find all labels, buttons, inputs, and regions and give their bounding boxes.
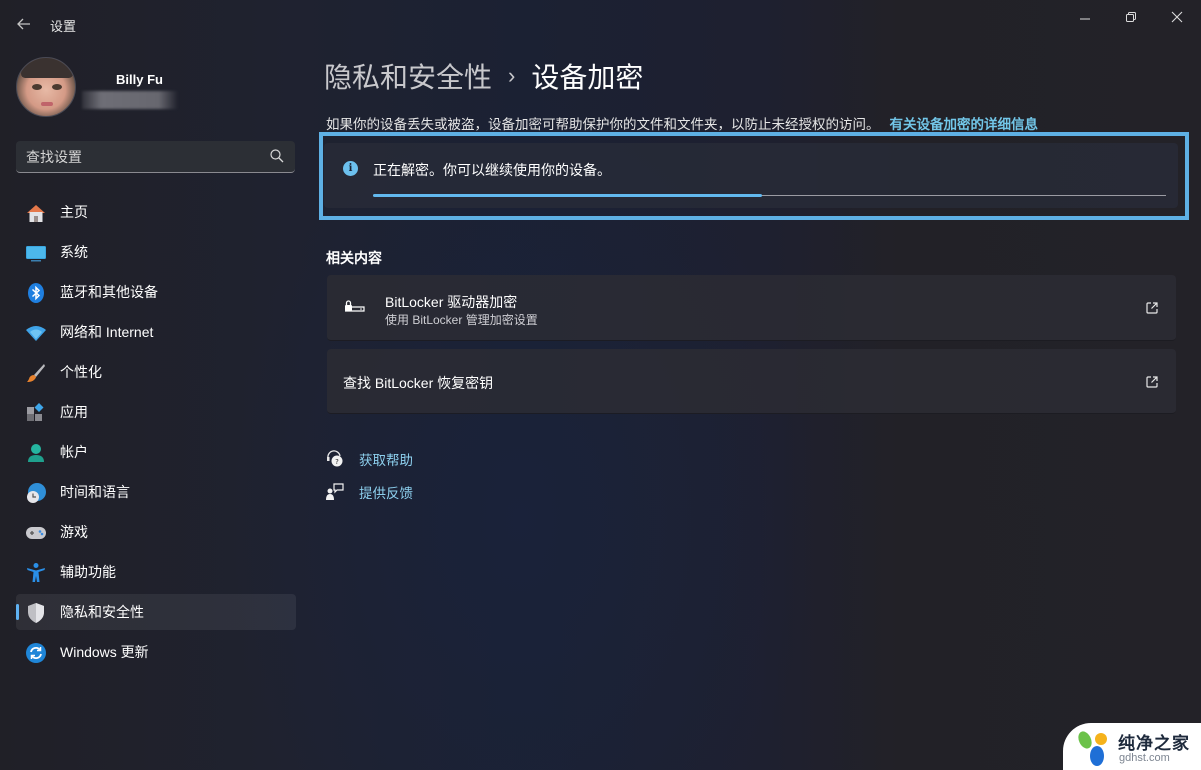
update-icon xyxy=(25,642,47,664)
info-icon: i xyxy=(343,161,358,176)
watermark: 纯净之家 gdhst.com xyxy=(1063,723,1201,770)
get-help-label: 获取帮助 xyxy=(359,453,413,468)
title-bar: 设置 xyxy=(0,0,1201,48)
search-icon[interactable] xyxy=(269,148,285,164)
sidebar-item-label: 隐私和安全性 xyxy=(60,604,144,620)
shield-icon xyxy=(25,602,47,624)
watermark-logo-icon xyxy=(1078,731,1107,766)
sidebar-item-apps[interactable]: 应用 xyxy=(16,394,296,430)
sidebar-item-label: 时间和语言 xyxy=(60,484,130,500)
bluetooth-icon xyxy=(25,282,47,304)
sidebar-item-time-language[interactable]: 时间和语言 xyxy=(16,474,296,510)
sidebar-item-home[interactable]: 主页 xyxy=(16,194,296,230)
decryption-status-card: i 正在解密。你可以继续使用你的设备。 xyxy=(324,143,1178,208)
app-title: 设置 xyxy=(50,19,77,34)
user-profile[interactable]: Billy Fu xyxy=(16,57,296,119)
close-button[interactable] xyxy=(1154,4,1200,30)
sidebar-item-network[interactable]: 网络和 Internet xyxy=(16,314,296,350)
bitlocker-drive-encryption-card[interactable]: BitLocker 驱动器加密 使用 BitLocker 管理加密设置 xyxy=(327,275,1176,341)
breadcrumb: 隐私和安全性 › 设备加密 xyxy=(324,56,643,96)
user-name: Billy Fu xyxy=(116,72,163,87)
learn-more-link[interactable]: 有关设备加密的详细信息 xyxy=(890,117,1039,132)
brush-icon xyxy=(25,362,47,384)
network-icon xyxy=(25,322,47,344)
sidebar-item-label: 个性化 xyxy=(60,364,102,380)
page-description: 如果你的设备丢失或被盗，设备加密可帮助保护你的文件和文件夹，以防止未经授权的访问… xyxy=(326,113,1038,133)
card-title: BitLocker 驱动器加密 xyxy=(385,294,518,310)
related-content-heading: 相关内容 xyxy=(326,250,382,266)
restore-button[interactable] xyxy=(1108,4,1154,30)
close-icon xyxy=(1171,11,1183,23)
svg-text:?: ? xyxy=(335,458,339,466)
search-input[interactable] xyxy=(16,141,256,172)
sidebar-item-label: 游戏 xyxy=(60,524,88,540)
sidebar-item-label: 主页 xyxy=(60,204,88,220)
status-text: 正在解密。你可以继续使用你的设备。 xyxy=(373,162,611,178)
progress-bar-fill xyxy=(373,194,762,197)
user-email-redacted xyxy=(82,91,178,109)
sidebar-item-system[interactable]: 系统 xyxy=(16,234,296,270)
minimize-icon xyxy=(1080,18,1090,20)
card-subtitle: 使用 BitLocker 管理加密设置 xyxy=(385,313,538,327)
minimize-button[interactable] xyxy=(1062,4,1108,30)
card-title: 查找 BitLocker 恢复密钥 xyxy=(343,375,494,391)
apps-icon xyxy=(25,402,47,424)
sidebar-item-label: 蓝牙和其他设备 xyxy=(60,284,158,300)
arrow-left-icon xyxy=(17,18,30,30)
sidebar-item-accounts[interactable]: 帐户 xyxy=(16,434,296,470)
sidebar-item-label: Windows 更新 xyxy=(60,644,149,660)
breadcrumb-parent[interactable]: 隐私和安全性 xyxy=(324,56,492,96)
sidebar-item-label: 网络和 Internet xyxy=(60,324,154,340)
page-title: 设备加密 xyxy=(531,62,644,93)
account-icon xyxy=(25,442,47,464)
find-recovery-key-card[interactable]: 查找 BitLocker 恢复密钥 xyxy=(327,349,1176,414)
external-link-icon xyxy=(1146,302,1158,314)
get-help-link[interactable]: ? 获取帮助 xyxy=(325,449,413,469)
sidebar-item-accessibility[interactable]: 辅助功能 xyxy=(16,554,296,590)
search-box xyxy=(16,141,295,173)
accessibility-icon xyxy=(25,562,47,584)
back-button[interactable] xyxy=(12,12,36,36)
time-language-icon xyxy=(25,482,47,504)
sidebar-item-label: 帐户 xyxy=(60,444,88,460)
sidebar-item-windows-update[interactable]: Windows 更新 xyxy=(16,634,296,670)
sidebar-item-bluetooth[interactable]: 蓝牙和其他设备 xyxy=(16,274,296,310)
sidebar-item-privacy-security[interactable]: 隐私和安全性 xyxy=(16,594,296,630)
description-text: 如果你的设备丢失或被盗，设备加密可帮助保护你的文件和文件夹，以防止未经授权的访问… xyxy=(326,117,880,132)
watermark-domain: gdhst.com xyxy=(1119,752,1170,764)
sidebar-nav: 主页 系统 蓝牙和其他设备 网络和 Internet 个性化 应用 帐户 时间和… xyxy=(16,194,296,674)
breadcrumb-separator: › xyxy=(508,63,516,88)
sidebar-item-label: 应用 xyxy=(60,404,88,420)
bitlocker-drive-icon xyxy=(345,300,365,312)
external-link-icon xyxy=(1146,376,1158,388)
system-icon xyxy=(25,242,47,264)
help-icon: ? xyxy=(325,449,345,469)
give-feedback-link[interactable]: 提供反馈 xyxy=(325,482,413,502)
watermark-name: 纯净之家 xyxy=(1118,734,1190,753)
sidebar-item-personalization[interactable]: 个性化 xyxy=(16,354,296,390)
home-icon xyxy=(25,202,47,224)
sidebar-item-label: 系统 xyxy=(60,244,88,260)
gamepad-icon xyxy=(25,522,47,544)
sidebar-item-gaming[interactable]: 游戏 xyxy=(16,514,296,550)
give-feedback-label: 提供反馈 xyxy=(359,486,413,501)
restore-icon xyxy=(1126,12,1136,22)
sidebar-item-label: 辅助功能 xyxy=(60,564,116,580)
feedback-icon xyxy=(325,482,345,502)
progress-bar xyxy=(373,194,1166,197)
active-indicator xyxy=(16,604,19,620)
avatar xyxy=(16,57,76,117)
